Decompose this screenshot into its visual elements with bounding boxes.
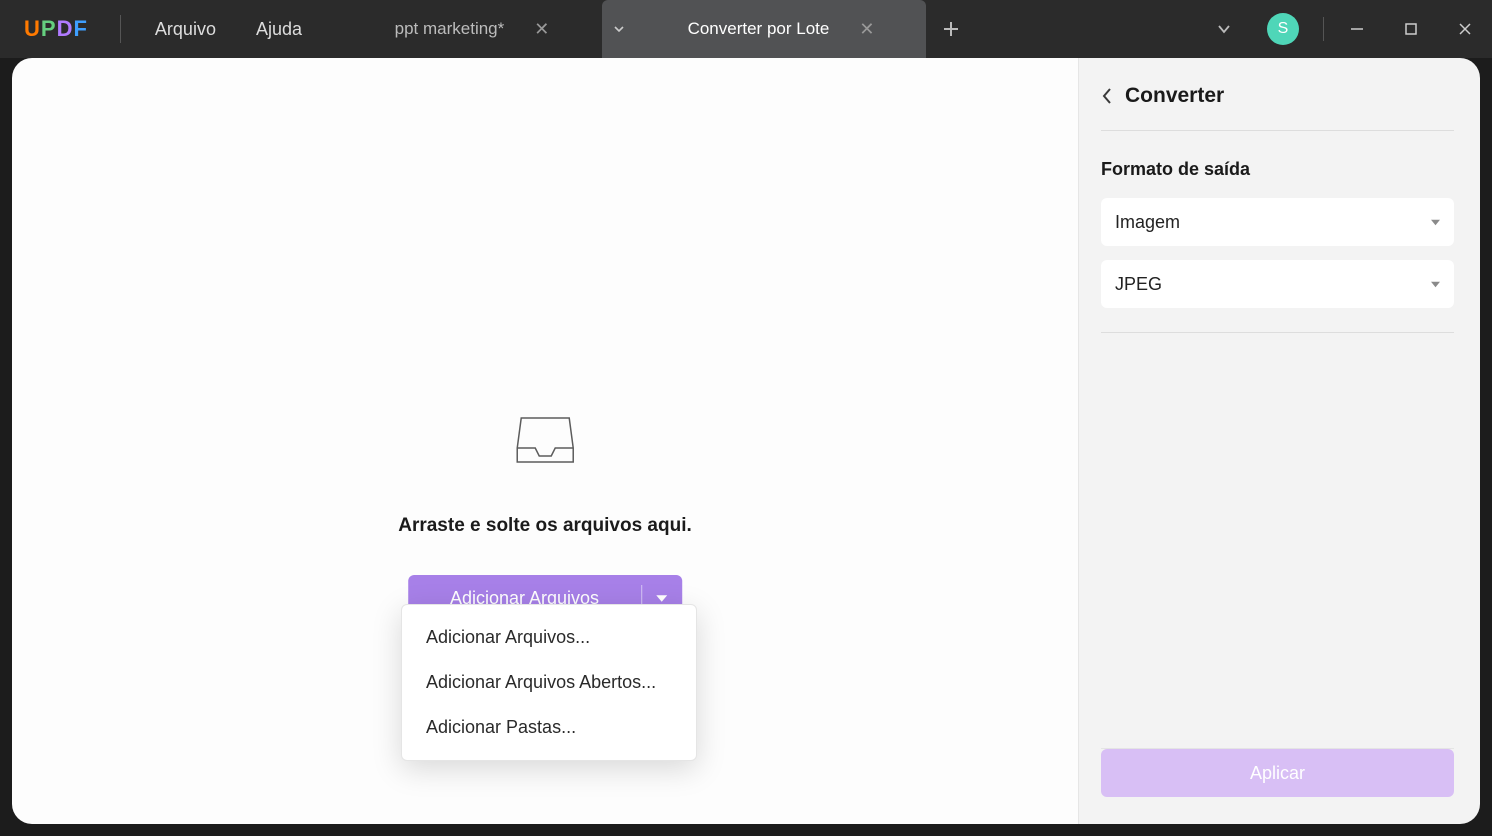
apply-button[interactable]: Aplicar xyxy=(1101,749,1454,797)
tab-title: ppt marketing* xyxy=(395,19,505,39)
inbox-icon xyxy=(515,410,575,473)
divider xyxy=(1323,17,1324,41)
menu-help[interactable]: Ajuda xyxy=(236,19,322,40)
tab-title: Converter por Lote xyxy=(688,19,830,39)
tab-converter-por-lote[interactable]: Converter por Lote ✕ xyxy=(636,0,926,58)
select-value: JPEG xyxy=(1115,274,1162,295)
output-subformat-select[interactable]: JPEG xyxy=(1101,260,1454,308)
panel-title: Converter xyxy=(1125,84,1224,108)
tab-dropdown-chevron[interactable] xyxy=(602,0,636,58)
dropzone-text: Arraste e solte os arquivos aqui. xyxy=(398,515,692,537)
close-window-button[interactable] xyxy=(1438,0,1492,58)
panel-header[interactable]: Converter xyxy=(1101,84,1454,131)
apply-row: Aplicar xyxy=(1101,748,1454,796)
output-format-select[interactable]: Imagem xyxy=(1101,198,1454,246)
workspace: Arraste e solte os arquivos aqui. Adicio… xyxy=(12,58,1480,824)
minimize-button[interactable] xyxy=(1330,0,1384,58)
titlebar: UPDF Arquivo Ajuda ppt marketing* ✕ Conv… xyxy=(0,0,1492,58)
chevron-down-icon[interactable] xyxy=(642,593,682,604)
dropdown-item-add-folders[interactable]: Adicionar Pastas... xyxy=(402,705,696,750)
tab-strip: ppt marketing* ✕ Converter por Lote ✕ xyxy=(342,0,976,58)
menu-file[interactable]: Arquivo xyxy=(135,19,236,40)
close-icon[interactable]: ✕ xyxy=(859,19,874,40)
app-logo: UPDF xyxy=(24,16,88,42)
dropzone: Arraste e solte os arquivos aqui. Adicio… xyxy=(398,410,692,621)
side-panel: Converter Formato de saída Imagem JPEG A… xyxy=(1078,58,1480,824)
new-tab-button[interactable] xyxy=(926,0,976,58)
select-value: Imagem xyxy=(1115,212,1180,233)
toolbar-more-chevron[interactable] xyxy=(1199,22,1249,36)
chevron-left-icon xyxy=(1101,87,1113,105)
avatar[interactable]: S xyxy=(1267,13,1299,45)
window-controls xyxy=(1330,0,1492,58)
close-icon[interactable]: ✕ xyxy=(534,19,549,40)
chevron-down-icon xyxy=(1431,280,1440,289)
maximize-button[interactable] xyxy=(1384,0,1438,58)
dropdown-item-add-open-files[interactable]: Adicionar Arquivos Abertos... xyxy=(402,660,696,705)
titlebar-right: S xyxy=(1199,0,1492,58)
chevron-down-icon xyxy=(1431,218,1440,227)
drop-canvas: Arraste e solte os arquivos aqui. Adicio… xyxy=(12,58,1078,824)
divider xyxy=(120,15,121,43)
output-format-label: Formato de saída xyxy=(1101,159,1454,180)
tab-ppt-marketing[interactable]: ppt marketing* ✕ xyxy=(342,0,602,58)
add-files-dropdown: Adicionar Arquivos... Adicionar Arquivos… xyxy=(401,604,697,761)
dropdown-item-add-files[interactable]: Adicionar Arquivos... xyxy=(402,615,696,660)
